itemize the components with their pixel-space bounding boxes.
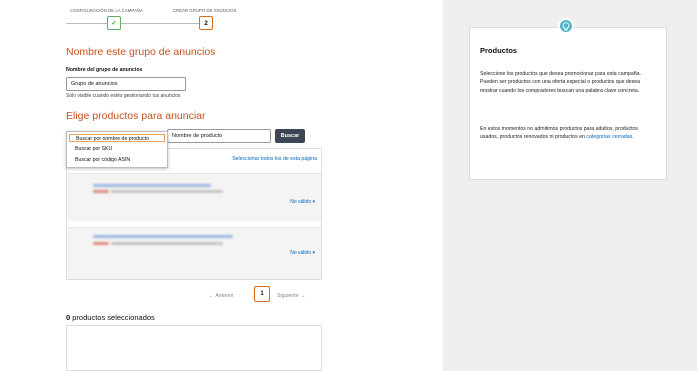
pagination-next[interactable]: Siguiente →: [277, 293, 305, 299]
status-dropdown[interactable]: No válido ▾: [290, 199, 315, 205]
ad-group-name-helper: Sólo visible cuando estés gestionando tu…: [66, 93, 181, 99]
step-label-campaign: CONFIGURACIÓN DE LA CAMPAÑA: [70, 8, 143, 13]
search-by-option-sku[interactable]: Buscar por SKU: [75, 146, 112, 152]
step-2-number: 2: [199, 16, 213, 30]
selected-products-box: [66, 325, 322, 371]
help-title: Productos: [480, 46, 518, 55]
help-paragraph-end: .: [632, 134, 634, 141]
select-all-link[interactable]: Seleccionar todos los de esta página: [225, 155, 317, 164]
product-search-placeholder: Nombre de producto: [172, 133, 223, 139]
restricted-categories-link[interactable]: categorías cerradas: [586, 134, 632, 140]
status-dropdown[interactable]: No válido ▾: [290, 250, 315, 256]
table-row[interactable]: No válido ▾: [67, 173, 321, 221]
product-search-input[interactable]: Nombre de producto: [167, 129, 271, 143]
step-connector: [66, 23, 107, 24]
ad-group-heading: Nombre este grupo de anuncios: [66, 46, 216, 58]
blurred-product-title: [93, 235, 233, 238]
search-by-option-asin[interactable]: Buscar por código ASIN: [75, 157, 130, 163]
help-paragraph: Seleccione los productos que desea promo…: [480, 71, 641, 94]
pagination-current-page[interactable]: 1: [254, 286, 270, 302]
step-connector: [121, 23, 199, 24]
table-row[interactable]: No válido ▾: [67, 227, 321, 279]
ad-group-name-input[interactable]: Grupo de anuncios: [66, 77, 186, 91]
search-by-option-name[interactable]: Buscar por nombre de producto: [69, 134, 165, 142]
blurred-product-details: [111, 190, 223, 193]
step-1-check-icon[interactable]: ✓: [107, 16, 121, 30]
blurred-product-details: [111, 242, 223, 245]
search-button[interactable]: Buscar: [275, 129, 305, 143]
ad-group-name-label: Nombre del grupo de anuncios: [66, 67, 143, 73]
products-heading: Elige productos para anunciar: [66, 110, 206, 122]
blurred-product-price: [93, 190, 109, 193]
help-paragraph: En estos momentos no admitimos productos…: [480, 125, 656, 142]
blurred-product-title: [93, 184, 211, 187]
help-card: Productos Seleccione los productos que d…: [469, 18, 667, 180]
selected-label: productos seleccionados: [70, 313, 155, 322]
step-label-ad-group: CREAR GRUPO DE ANUNCIOS: [173, 8, 237, 13]
pagination-prev[interactable]: ← Anterior: [209, 293, 234, 299]
blurred-product-price: [93, 242, 109, 245]
search-by-dropdown[interactable]: Buscar por nombre de producto Buscar por…: [66, 131, 168, 168]
lightbulb-icon: [558, 18, 574, 34]
selected-products-title: 0 productos seleccionados: [66, 313, 155, 322]
